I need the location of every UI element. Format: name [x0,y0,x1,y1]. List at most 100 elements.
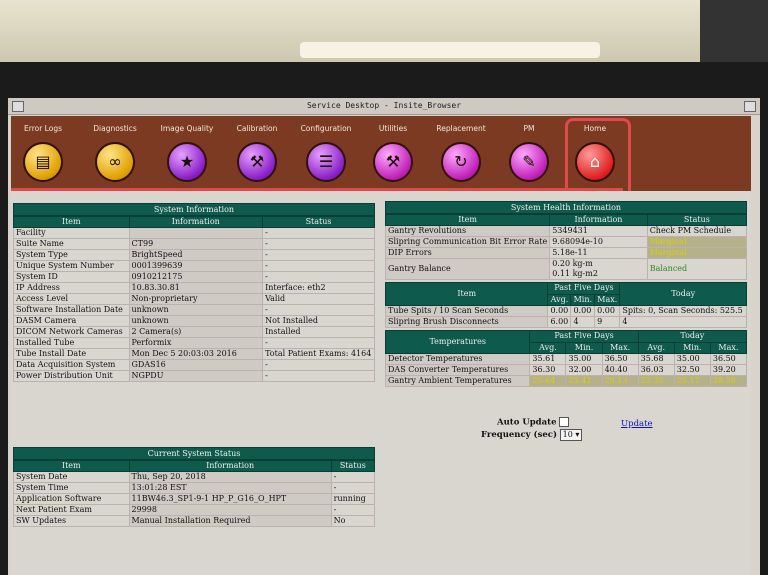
info-cell: BrightSpeed [128,249,264,261]
nav-label: Home [583,124,607,133]
toolbox-icon: ⚒ [373,142,413,182]
update-link[interactable]: Update [621,419,653,429]
status-cell: - [262,370,375,382]
status-cell: - [262,238,375,250]
table-row: Access Level Non-proprietary Valid [13,293,375,305]
health-item: Slipring Communication Bit Error Rate [384,236,551,248]
info-cell: Performix [128,337,264,349]
auto-update-checkbox[interactable] [559,417,570,427]
nav-error-logs[interactable]: Error Logs ▤ [13,124,73,182]
status-cell: - [262,227,375,239]
col-header: Information [549,214,648,226]
health-title: System Health Information [385,201,747,214]
status-cell: - [262,359,375,371]
home-icon: ⌂ [575,142,615,182]
nav-diagnostics[interactable]: Diagnostics ∞ [85,124,145,182]
temp-value: 39.20 [709,364,748,376]
item-cell: IP Address [13,282,130,294]
nav-pm[interactable]: PM ✎ [499,124,559,182]
col-header: Item [384,282,549,306]
nav-label: PM [523,124,535,133]
table-row: Data Acquisition System GDAS16- [13,359,375,371]
col-header: Avg. [637,341,675,354]
table-row: Next Patient Exam 29998- [13,504,376,516]
balance-line2: 0.11 kg-m2 [552,269,598,278]
current-status-table: Item Information Status System Date Thu, … [13,460,376,527]
fiveday-item: Tube Spits / 10 Scan Seconds [384,305,549,317]
temp-value: 35.61 [529,353,567,365]
col-header: Max. [594,293,621,306]
system-info-title: System Information [13,203,375,216]
status-cell: Valid [262,293,375,305]
status-cell: - [262,249,375,261]
col-header: Status [646,214,748,226]
nav-utilities[interactable]: Utilities ⚒ [363,124,423,182]
info-cell: 0001399639 [128,260,264,272]
clipboard-icon: ✎ [509,142,549,182]
app-area: Error Logs ▤ Diagnostics ∞ Image Quality… [11,116,751,575]
col-header: Past Five Days [547,282,621,295]
frequency-select[interactable]: 10 ▾ [559,429,583,441]
error-log-icon: ▤ [23,142,63,182]
table-row: Power Distribution Unit NGPDU - [13,370,375,382]
status-cell: Interface: eth2 [262,282,375,294]
fiveday-max: 0.00 [594,305,621,317]
status-cell: running [330,493,376,505]
item-cell: Software Installation Date [13,304,130,316]
col-header: Min. [673,341,711,354]
info-cell: unknown [128,304,264,316]
health-info: 0.20 kg-m 0.11 kg-m2 [549,258,648,280]
nav-configuration[interactable]: Configuration ☰ [296,124,356,182]
screen: Service Desktop - Insite_Browser Error L… [8,98,760,575]
table-row: Unique System Number 0001399639- [13,260,375,272]
fiveday-today: 4 [619,316,747,328]
nav-label: Replacement [436,124,486,133]
temp-value: 36.50 [709,353,748,365]
nav-image-quality[interactable]: Image Quality ★ [157,124,217,182]
window-menu-button[interactable] [12,101,24,112]
status-cell: Installed [262,326,375,338]
system-info-panel: System Information Item Information Stat… [13,203,375,382]
ceiling-light [300,42,600,58]
nav-label: Image Quality [160,124,214,133]
col-header: Max. [601,341,639,354]
table-row: Application Software 11BW46.3_SP1-9-1 HP_… [13,493,376,505]
col-header: Item [13,460,130,472]
status-cell: - [262,337,375,349]
item-cell: Data Acquisition System [13,359,130,371]
table-row: DASM Camera unknown Not Installed [13,315,375,327]
nav-calibration[interactable]: Calibration ⚒ [227,124,287,182]
item-cell: DICOM Network Cameras [13,326,130,338]
table-row: System Time 13:01:28 EST - [13,482,376,494]
temp-item: DAS Converter Temperatures [384,364,531,376]
temp-value: 28.58 [709,375,748,387]
col-header: Min. [570,293,596,306]
col-header: Item [13,216,130,228]
fiveday-min: 0.00 [570,305,596,317]
item-cell: System Date [13,471,130,483]
window-titlebar: Service Desktop - Insite_Browser [8,98,760,115]
status-cell: - [330,482,376,494]
item-cell: Suite Name [13,238,130,250]
status-cell: - [262,260,375,272]
window-maximize-button[interactable] [744,101,756,112]
info-cell: unknown [128,315,264,327]
col-header: Status [330,460,376,472]
temp-value: 25.42 [565,375,603,387]
temp-value: 32.50 [673,364,711,376]
col-header: Item [384,214,551,226]
info-cell: 29998 [128,504,332,516]
status-cell: - [330,504,376,516]
item-cell: Installed Tube [13,337,130,349]
col-header: Today [637,330,748,343]
temp-value: 35.68 [637,353,675,365]
table-row: Tube Install Date Mon Dec 5 20:03:03 2016… [13,348,375,360]
col-header: Information [128,460,332,472]
main-content: System Information Item Information Stat… [11,191,751,575]
item-cell: System Time [13,482,130,494]
system-info-table: Item Information Status Facility - Suite N… [13,216,375,382]
frequency-value: 10 [562,430,573,439]
nav-home[interactable]: Home ⌂ [565,124,625,182]
health-status-marginal: Marginal [646,247,748,259]
nav-replacement[interactable]: Replacement ↻ [431,124,491,182]
